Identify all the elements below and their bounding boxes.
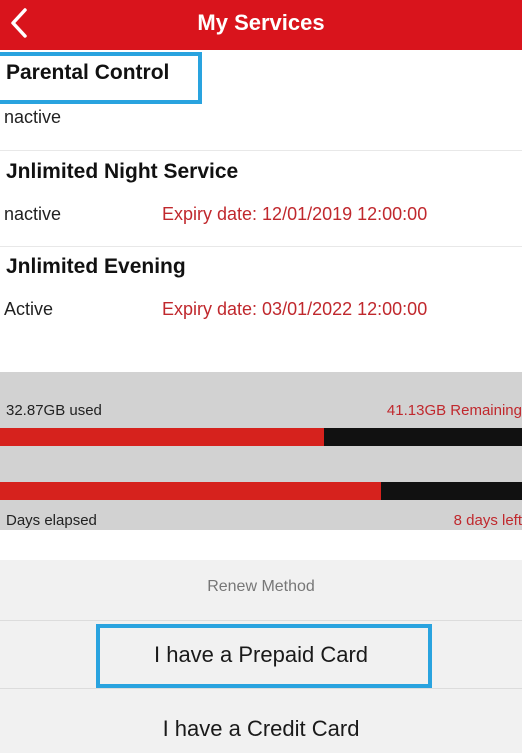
service-item[interactable]: Jnlimited Evening Active Expiry date: 03… <box>0 247 522 337</box>
days-left-label: 8 days left <box>453 512 522 529</box>
highlight-box <box>96 624 432 688</box>
data-usage-fill <box>0 428 324 446</box>
service-status: Active <box>4 299 54 319</box>
days-elapsed-fill <box>0 482 382 500</box>
service-status: nactive <box>4 204 62 224</box>
credit-card-option[interactable]: I have a Credit Card <box>0 688 522 753</box>
service-name: Jnlimited Evening <box>6 255 186 278</box>
renew-method-title: Renew Method <box>207 578 315 595</box>
service-expiry: Expiry date: 12/01/2019 12:00:00 <box>162 204 428 224</box>
data-remaining-label: 41.13GB Remaining <box>386 402 522 419</box>
service-item[interactable]: Jnlimited Night Service nactive Expiry d… <box>0 151 522 246</box>
days-elapsed-bar <box>0 482 522 500</box>
data-used-label: 32.87GB used <box>6 402 102 419</box>
days-elapsed-label: Days elapsed <box>6 512 97 529</box>
service-status: nactive <box>4 107 62 127</box>
service-name: Jnlimited Night Service <box>6 160 239 183</box>
usage-panel: 32.87GB used 41.13GB Remaining Days elap… <box>0 372 522 530</box>
page-title: My Services <box>197 10 325 35</box>
header-bar: My Services <box>0 0 522 50</box>
service-expiry: Expiry date: 03/01/2022 12:00:00 <box>162 299 428 319</box>
highlight-box <box>0 52 202 104</box>
data-usage-bar <box>0 428 522 446</box>
